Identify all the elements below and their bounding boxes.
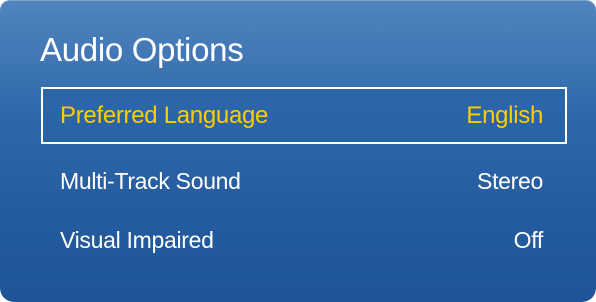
menu-item-value: Stereo (477, 168, 543, 194)
menu-item-visual-impaired[interactable]: Visual Impaired Off (41, 211, 567, 268)
menu-item-preferred-language[interactable]: Preferred Language English (41, 87, 567, 144)
menu-item-value: English (466, 102, 543, 129)
audio-options-panel: Audio Options Preferred Language English… (0, 0, 596, 302)
menu-title: Audio Options (40, 31, 244, 68)
menu-item-label: Multi-Track Sound (60, 168, 241, 194)
menu-item-multi-track-sound[interactable]: Multi-Track Sound Stereo (41, 152, 567, 209)
menu-item-label: Visual Impaired (60, 227, 214, 253)
menu-item-label: Preferred Language (60, 102, 269, 129)
menu-item-value: Off (513, 227, 544, 253)
